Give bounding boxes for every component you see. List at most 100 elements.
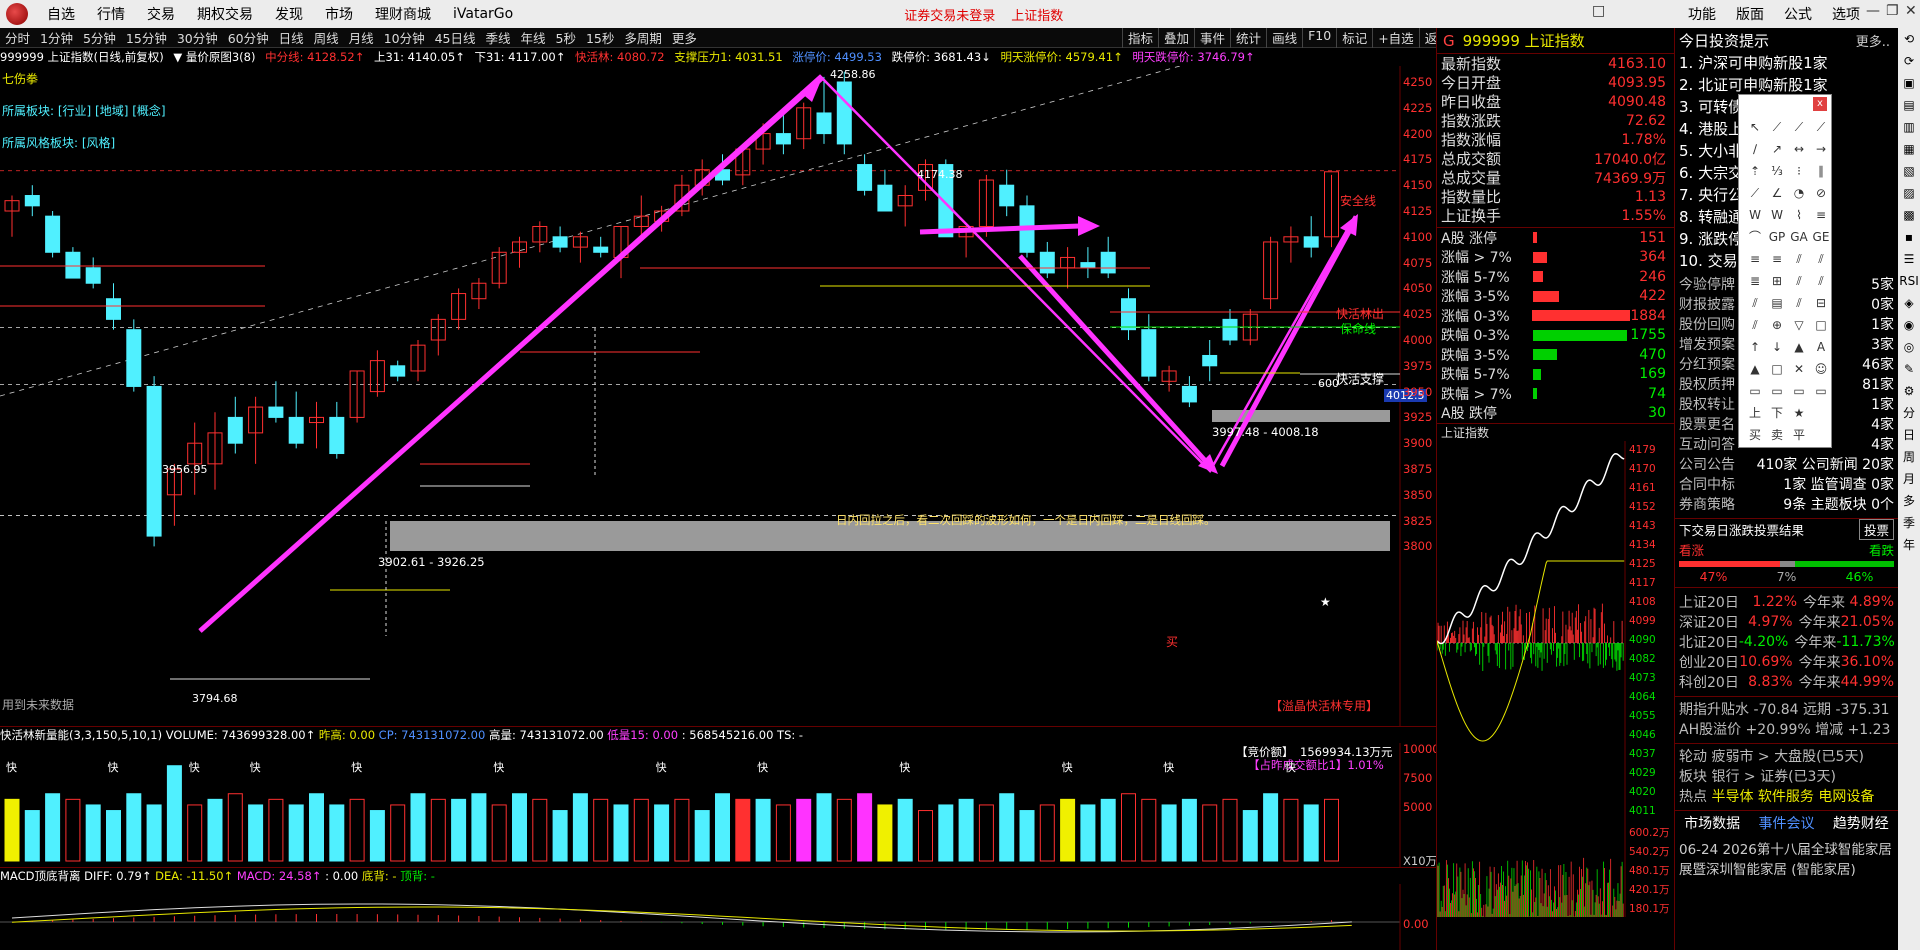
- draw-tool-icon[interactable]: →: [1811, 139, 1831, 159]
- event-text[interactable]: 06-24 2026第十八届全球智能家居展暨深圳智能家居 (智能家居): [1675, 834, 1898, 886]
- breadth-row[interactable]: 跌幅 0-3% 1755: [1437, 326, 1674, 346]
- draw-tool-icon[interactable]: ⊞: [1767, 271, 1787, 291]
- draw-tool-icon[interactable]: ⫽: [1789, 271, 1809, 291]
- maximize-icon[interactable]: ❐: [1886, 3, 1899, 19]
- tab-market-data[interactable]: 市场数据: [1684, 813, 1740, 833]
- draw-tool-icon[interactable]: W: [1767, 205, 1787, 225]
- side-tool-icon[interactable]: ☰: [1898, 248, 1920, 270]
- draw-tool-icon[interactable]: ⫽: [1789, 249, 1809, 269]
- side-tool-icon[interactable]: ◉: [1898, 314, 1920, 336]
- menu-options[interactable]: 选项: [1832, 4, 1860, 24]
- menu-item-options[interactable]: 期权交易: [186, 4, 264, 24]
- period-tab[interactable]: 5分钟: [78, 28, 121, 47]
- chart-tool-button[interactable]: 画线: [1266, 28, 1302, 48]
- draw-tool-icon[interactable]: ⁝: [1789, 161, 1809, 181]
- draw-tool-icon[interactable]: ⫽: [1811, 271, 1831, 291]
- chart-tool-button[interactable]: 标记: [1336, 28, 1372, 48]
- period-tab[interactable]: 15分钟: [121, 28, 172, 47]
- draw-tool-icon[interactable]: ⟋: [1767, 117, 1787, 137]
- chart-mode[interactable]: ▼ 量价原图3(8): [173, 50, 255, 64]
- draw-tool-icon[interactable]: ⟋: [1745, 183, 1765, 203]
- period-shortcut[interactable]: 年: [1898, 534, 1920, 556]
- draw-tool-icon[interactable]: ★: [1789, 403, 1809, 423]
- side-tool-icon[interactable]: ▪: [1898, 226, 1920, 248]
- period-tab[interactable]: 更多: [667, 28, 702, 47]
- draw-tool-icon[interactable]: ↑: [1745, 337, 1765, 357]
- minimize-icon[interactable]: —: [1866, 3, 1880, 19]
- period-tab[interactable]: 年线: [516, 28, 551, 47]
- side-tool-icon[interactable]: ◈: [1898, 292, 1920, 314]
- draw-tool-icon[interactable]: ↗: [1767, 139, 1787, 159]
- side-tool-icon[interactable]: ⚙: [1898, 380, 1920, 402]
- draw-tool-icon[interactable]: ▭: [1745, 381, 1765, 401]
- draw-tool-icon[interactable]: ∠: [1767, 183, 1787, 203]
- draw-tool-icon[interactable]: ≣: [1745, 271, 1765, 291]
- draw-tool-icon[interactable]: ⫽: [1811, 249, 1831, 269]
- side-tool-icon[interactable]: ✎: [1898, 358, 1920, 380]
- side-tool-icon[interactable]: ▩: [1898, 204, 1920, 226]
- side-tool-icon[interactable]: ⟲: [1898, 28, 1920, 50]
- tip-item[interactable]: 2. 北证可申购新股1家: [1675, 74, 1898, 96]
- draw-tool-icon[interactable]: ≡: [1767, 249, 1787, 269]
- palette-close-icon[interactable]: x: [1813, 97, 1827, 111]
- tab-events[interactable]: 事件会议: [1758, 813, 1814, 833]
- draw-tool-icon[interactable]: GE: [1811, 227, 1831, 247]
- draw-tool-icon[interactable]: ☺: [1811, 359, 1831, 379]
- breadth-row[interactable]: A股 涨停 151: [1437, 228, 1674, 248]
- period-shortcut[interactable]: 月: [1898, 468, 1920, 490]
- breadth-row[interactable]: 跌幅 > 7% 74: [1437, 384, 1674, 404]
- side-tool-icon[interactable]: RSI: [1898, 270, 1920, 292]
- chart-tool-button[interactable]: 统计: [1230, 28, 1266, 48]
- draw-tool-icon[interactable]: ↔: [1789, 139, 1809, 159]
- draw-tool-icon[interactable]: ▭: [1767, 381, 1787, 401]
- breadth-row[interactable]: A股 跌停 30: [1437, 404, 1674, 424]
- chart-tool-button[interactable]: 指标: [1122, 28, 1158, 48]
- side-tool-icon[interactable]: ▨: [1898, 182, 1920, 204]
- period-shortcut[interactable]: 季: [1898, 512, 1920, 534]
- period-shortcut[interactable]: 日: [1898, 424, 1920, 446]
- breadth-row[interactable]: 跌幅 5-7% 169: [1437, 365, 1674, 385]
- draw-tool-icon[interactable]: □: [1811, 315, 1831, 335]
- draw-tool-icon[interactable]: 上: [1745, 403, 1765, 423]
- side-tool-icon[interactable]: ▥: [1898, 116, 1920, 138]
- chart-tool-button[interactable]: +自选: [1372, 28, 1418, 48]
- draw-tool-icon[interactable]: ⫽: [1745, 293, 1765, 313]
- stat-row[interactable]: 公司公告 410家 公司新闻 20家: [1675, 454, 1898, 474]
- draw-tool-icon[interactable]: 平: [1789, 425, 1809, 445]
- draw-tool-icon[interactable]: ≡: [1745, 249, 1765, 269]
- draw-tool-icon[interactable]: ≡: [1811, 205, 1831, 225]
- period-shortcut[interactable]: 周: [1898, 446, 1920, 468]
- tips-more-link[interactable]: 更多..: [1856, 31, 1890, 50]
- draw-tool-icon[interactable]: ▭: [1789, 381, 1809, 401]
- candlestick-chart[interactable]: ★: [0, 66, 1436, 726]
- draw-tool-icon[interactable]: ↖: [1745, 117, 1765, 137]
- stat-row[interactable]: 合同中标 1家 监管调查 0家: [1675, 474, 1898, 494]
- close-icon[interactable]: ✕: [1905, 3, 1917, 19]
- chart-tool-button[interactable]: F10: [1302, 28, 1336, 48]
- period-shortcut[interactable]: 多: [1898, 490, 1920, 512]
- period-tab[interactable]: 1分钟: [35, 28, 78, 47]
- draw-tool-icon[interactable]: [1811, 425, 1831, 445]
- draw-tool-icon[interactable]: ⫽: [1789, 293, 1809, 313]
- draw-tool-icon[interactable]: ⌒: [1745, 227, 1765, 247]
- draw-tool-icon[interactable]: [1811, 403, 1831, 423]
- draw-tool-icon[interactable]: ⊟: [1811, 293, 1831, 313]
- draw-tool-icon[interactable]: A: [1811, 337, 1831, 357]
- draw-tool-icon[interactable]: 下: [1767, 403, 1787, 423]
- menu-item-watchlist[interactable]: 自选: [36, 4, 86, 24]
- breadth-row[interactable]: 涨幅 3-5% 422: [1437, 287, 1674, 307]
- draw-tool-icon[interactable]: ⫽: [1745, 315, 1765, 335]
- login-alert[interactable]: 证券交易未登录: [904, 5, 995, 24]
- draw-tool-icon[interactable]: ⟋: [1811, 117, 1831, 137]
- draw-tool-icon[interactable]: ▤: [1767, 293, 1787, 313]
- period-tab[interactable]: 60分钟: [223, 28, 274, 47]
- period-tab[interactable]: 月线: [344, 28, 379, 47]
- vote-button[interactable]: 投票: [1859, 519, 1894, 540]
- restore-icon[interactable]: □: [1592, 3, 1605, 19]
- draw-tool-icon[interactable]: □: [1767, 359, 1787, 379]
- draw-tool-icon[interactable]: W: [1745, 205, 1765, 225]
- draw-tool-icon[interactable]: ▭: [1811, 381, 1831, 401]
- menu-function[interactable]: 功能: [1688, 4, 1716, 24]
- period-tab[interactable]: 5秒: [551, 28, 581, 47]
- breadth-row[interactable]: 涨幅 > 7% 364: [1437, 248, 1674, 268]
